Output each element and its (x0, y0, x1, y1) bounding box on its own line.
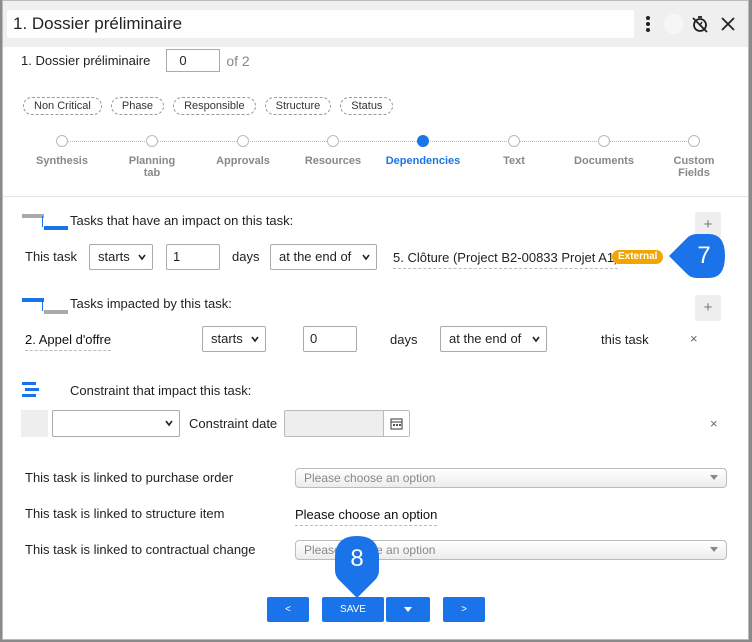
predecessor-task-link[interactable]: 5. Clôture (Project B2-00833 Projet A1) (393, 250, 619, 269)
step-label: Text (503, 155, 525, 167)
tab-planning[interactable]: Planning tab (107, 135, 197, 179)
previous-button[interactable]: < (267, 597, 309, 622)
impact-section-title: Tasks that have an impact on this task: (70, 213, 294, 228)
step-dot (688, 135, 700, 147)
divider (3, 196, 748, 197)
step-dot (327, 135, 339, 147)
successor-task-link[interactable]: 2. Appel d'offre (25, 332, 112, 351)
filter-chips: Non Critical Phase Responsible Structure… (23, 97, 394, 115)
chevron-down-icon (532, 336, 540, 343)
chevron-down-icon (165, 420, 173, 427)
successor-icon (22, 298, 70, 314)
caret-down-icon (710, 475, 718, 480)
days-label: days (390, 332, 418, 347)
this-task-target: this task (601, 332, 649, 347)
task-title-field[interactable]: 1. Dossier préliminaire (7, 10, 634, 38)
step-dot (237, 135, 249, 147)
constraint-type-select[interactable] (52, 410, 180, 437)
external-badge: External (612, 250, 664, 264)
status-circle-icon[interactable] (664, 14, 684, 34)
step-label: Resources (304, 155, 362, 167)
step-dot-active (417, 135, 429, 147)
tab-synthesis[interactable]: Synthesis (17, 135, 107, 167)
successor-timing-select[interactable]: at the end of (440, 326, 547, 352)
task-name-label: 1. Dossier préliminaire (21, 53, 151, 68)
days-label: days (232, 249, 260, 264)
chip-phase[interactable]: Phase (110, 97, 165, 115)
step-dot (146, 135, 158, 147)
chevron-down-icon (138, 254, 146, 261)
tab-stepper: Synthesis Planning tab Approvals Resourc… (17, 135, 742, 185)
chip-non-critical[interactable]: Non Critical (23, 97, 102, 115)
constraint-color-swatch (21, 410, 48, 437)
tab-approvals[interactable]: Approvals (198, 135, 288, 167)
task-navigator: 1. Dossier préliminaire 0 of 2 (21, 49, 250, 72)
add-successor-button[interactable]: + (695, 295, 721, 321)
next-button[interactable]: > (443, 597, 485, 622)
structure-item-label: This task is linked to structure item (25, 506, 225, 521)
predecessor-relation-select[interactable]: starts (89, 244, 153, 270)
tab-dependencies[interactable]: Dependencies (378, 135, 468, 167)
step-label: Approvals (216, 155, 270, 167)
timer-off-icon[interactable] (689, 13, 711, 35)
dialog-header: 1. Dossier préliminaire (3, 1, 748, 47)
impacted-section-title: Tasks impacted by this task: (70, 296, 232, 311)
step-label: Dependencies (385, 155, 461, 167)
save-options-button[interactable] (386, 597, 430, 622)
step-dot (508, 135, 520, 147)
remove-constraint-button[interactable]: × (710, 416, 718, 431)
step-label: Custom Fields (673, 155, 715, 179)
predecessor-icon (22, 214, 70, 230)
save-button[interactable]: SAVE (322, 597, 384, 622)
step-label: Documents (574, 155, 634, 167)
tab-documents[interactable]: Documents (559, 135, 649, 167)
constraint-date-label: Constraint date (189, 416, 278, 431)
tab-resources[interactable]: Resources (288, 135, 378, 167)
contractual-change-label: This task is linked to contractual chang… (25, 542, 256, 557)
tab-custom-fields[interactable]: Custom Fields (649, 135, 739, 179)
caret-down-icon (404, 607, 412, 612)
more-options-icon[interactable] (637, 13, 659, 35)
remove-successor-button[interactable]: × (690, 331, 698, 346)
predecessor-days-input[interactable]: 1 (166, 244, 220, 270)
caret-down-icon (710, 547, 718, 552)
task-dialog: 1. Dossier préliminaire 1. Dossier préli… (2, 0, 749, 640)
step-label: Synthesis (36, 155, 88, 167)
purchase-order-select[interactable]: Please choose an option (295, 468, 727, 488)
constraint-icon (22, 382, 40, 398)
close-icon[interactable] (717, 13, 739, 35)
purchase-order-label: This task is linked to purchase order (25, 470, 234, 485)
this-task-label: This task (25, 249, 78, 264)
chevron-down-icon (362, 254, 370, 261)
task-count: of 2 (226, 52, 250, 69)
tab-text[interactable]: Text (469, 135, 559, 167)
constraint-section-title: Constraint that impact this task: (70, 383, 252, 398)
structure-item-select[interactable]: Please choose an option (295, 507, 438, 526)
constraint-date-input[interactable] (284, 410, 410, 437)
chip-structure[interactable]: Structure (264, 97, 332, 115)
step-dot (56, 135, 68, 147)
successor-relation-select[interactable]: starts (202, 326, 266, 352)
predecessor-timing-select[interactable]: at the end of (270, 244, 377, 270)
chevron-down-icon (251, 336, 259, 343)
task-index-input[interactable]: 0 (166, 49, 221, 72)
callout-7: 7 (669, 234, 731, 278)
step-dot (598, 135, 610, 147)
chip-status[interactable]: Status (340, 97, 394, 115)
successor-days-input[interactable]: 0 (303, 326, 357, 352)
calendar-icon[interactable] (383, 411, 409, 436)
step-label: Planning tab (128, 155, 176, 179)
callout-8: 8 (335, 536, 379, 598)
chip-responsible[interactable]: Responsible (173, 97, 256, 115)
